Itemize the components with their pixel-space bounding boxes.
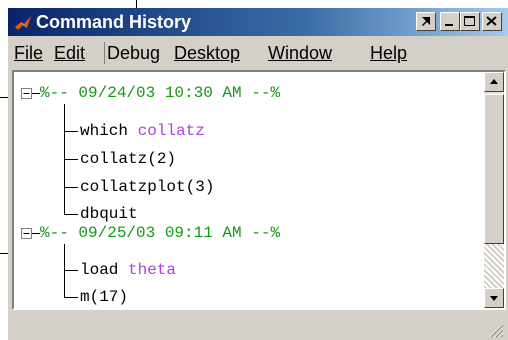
menu-bar: File Edit Debug Desktop Window Help xyxy=(8,38,508,68)
close-button[interactable] xyxy=(482,12,502,31)
menu-edit[interactable]: Edit xyxy=(54,42,85,64)
scroll-track[interactable] xyxy=(484,244,504,288)
minimize-icon xyxy=(445,24,453,26)
collapse-toggle-icon[interactable] xyxy=(21,228,32,239)
arrow-up-icon xyxy=(490,79,498,84)
menu-file[interactable]: File xyxy=(14,42,43,64)
command-history-window: Command History File Edit Debug Desktop … xyxy=(8,8,508,340)
window-title: Command History xyxy=(36,12,192,32)
history-command[interactable]: which collatz xyxy=(80,121,205,141)
restore-button[interactable] xyxy=(460,12,480,31)
history-command[interactable]: collatz(2) xyxy=(80,149,176,169)
history-command[interactable]: load theta xyxy=(80,260,176,280)
scroll-up-button[interactable] xyxy=(484,72,504,92)
menu-debug[interactable]: Debug xyxy=(104,42,160,64)
menu-window[interactable]: Window xyxy=(268,42,332,64)
vertical-scrollbar[interactable] xyxy=(484,72,504,308)
menu-desktop[interactable]: Desktop xyxy=(174,42,240,64)
scroll-down-button[interactable] xyxy=(484,288,504,308)
minimize-button[interactable] xyxy=(440,12,460,31)
session-timestamp: %-- 09/24/03 10:30 AM --% xyxy=(40,84,281,102)
close-icon xyxy=(486,16,497,26)
undock-icon xyxy=(422,17,430,26)
history-command[interactable]: collatzplot(3) xyxy=(80,177,214,197)
matlab-logo-icon xyxy=(15,16,31,30)
arrow-down-icon xyxy=(490,296,498,301)
menu-help[interactable]: Help xyxy=(370,42,407,64)
resize-grip-icon[interactable] xyxy=(486,320,504,338)
scroll-thumb[interactable] xyxy=(484,94,504,244)
session-timestamp: %-- 09/25/03 09:11 AM --% xyxy=(40,224,281,242)
status-bar xyxy=(12,314,506,338)
collapse-toggle-icon[interactable] xyxy=(21,88,32,99)
history-command[interactable]: m(17) xyxy=(80,287,128,307)
maximize-icon xyxy=(464,16,475,26)
title-bar[interactable]: Command History xyxy=(8,8,508,36)
history-command[interactable]: dbquit xyxy=(80,204,138,224)
undock-button[interactable] xyxy=(416,12,436,31)
history-pane[interactable]: %-- 09/24/03 10:30 AM --% which collatz … xyxy=(12,70,506,310)
